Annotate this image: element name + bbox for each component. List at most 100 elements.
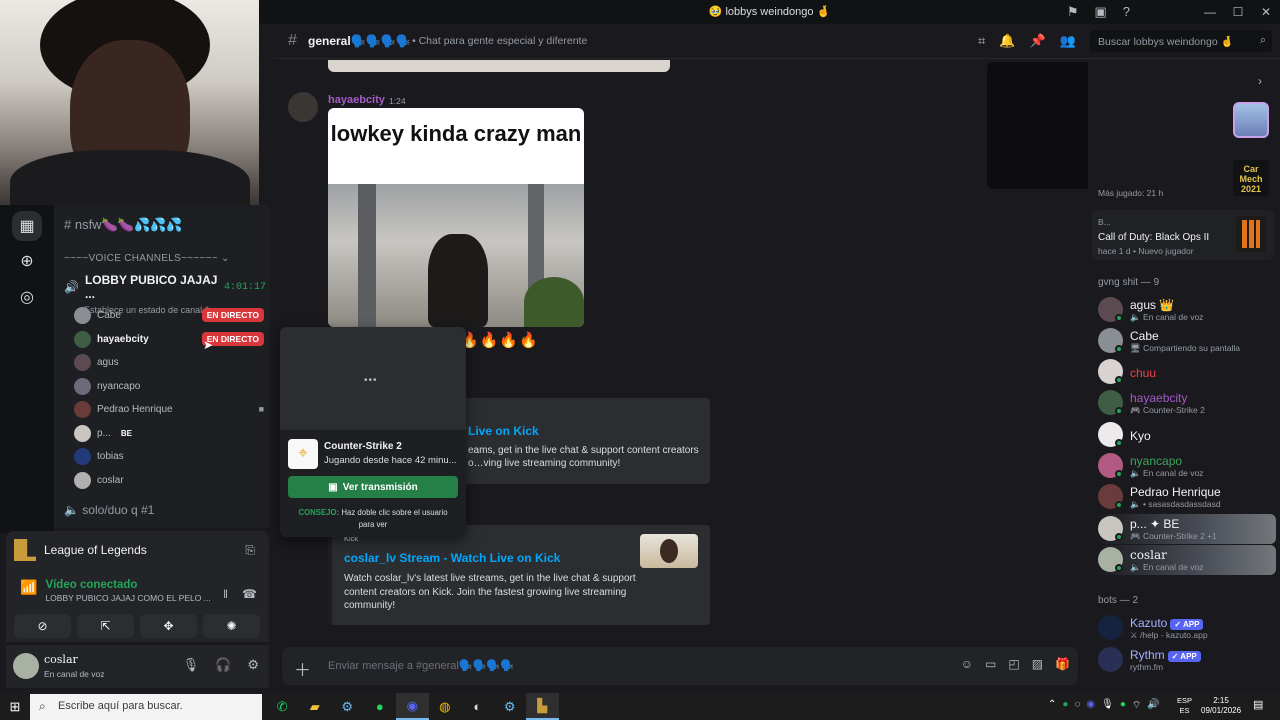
whatsapp-icon[interactable]: ✆ [266,693,299,720]
microphone-icon[interactable]: 🎙 [183,657,200,673]
stream-preview[interactable]: ••• [280,327,466,430]
game-thumbnail[interactable]: Car Mech 2021 [1233,160,1269,196]
threads-icon[interactable]: ⌗ [978,33,985,49]
embed-thumbnail[interactable] [640,534,698,568]
camera-off-button[interactable]: ⊘ [14,614,71,638]
discord-icon[interactable]: ◉ [396,693,429,720]
sticker-icon[interactable]: ◰ [1008,657,1019,671]
help-icon[interactable]: ? [1123,4,1130,20]
image-icon[interactable]: ▨ [1032,657,1043,671]
voice-user[interactable]: nyancapo [74,376,264,396]
spotify-tray-icon[interactable]: ● [1120,699,1126,712]
obs-icon[interactable]: ◐ [461,693,494,720]
bot-member-item[interactable]: Kazuto ✓ APP ⚔ /help - kazuto.app [1096,613,1276,643]
voice-user[interactable]: Pedrao Henrique ■ [74,399,264,419]
meme-image[interactable]: lowkey kinda crazy man [328,108,584,327]
member-item[interactable]: Pedrao Henrique 🔈 • sasasdasdassdasd [1096,482,1276,512]
channel-topic[interactable]: • Chat para gente especial y diferente [412,35,587,47]
message-composer[interactable]: ＋ Enviar mensaje a #general🗣️🗣️🗣️🗣️ ☺ ▭ … [282,647,1078,685]
share-screen-button[interactable]: ⇱ [77,614,134,638]
noise-suppression-icon[interactable]: ‖ [223,587,228,601]
member-item[interactable]: coslar 🔈 En canal de voz [1096,545,1276,575]
bot-avatar [1098,647,1123,672]
server-folder-icon[interactable]: ▦ [12,211,42,241]
settings-gear-icon[interactable]: ⚙ [247,657,259,673]
tip-text: Haz doble clic sobre el usuario para ver [341,508,448,529]
voice-channel-solo[interactable]: 🔈 solo/duo q #1 [64,503,154,517]
chevron-right-icon[interactable]: › [1258,74,1262,88]
watch-stream-button[interactable]: ▣ Ver transmisión [288,476,458,498]
voice-user[interactable]: tobias [74,446,264,466]
soundboard-button[interactable]: ✺ [203,614,260,638]
explore-icon[interactable]: ◎ [11,281,43,313]
screen-share-icon[interactable]: ⎘ [245,543,255,558]
close-window-button[interactable]: ✕ [1252,0,1280,24]
search-input[interactable]: Buscar lobbys weindongo 🤞 ⌕ [1090,30,1272,52]
voice-user[interactable]: agus [74,352,264,372]
pin-icon[interactable]: 📌 [1030,33,1046,49]
taskbar-search[interactable]: ⌕ Escribe aquí para buscar. [30,694,262,720]
microphone-icon[interactable]: 🎙 [1101,699,1114,712]
windows-start-button[interactable]: ⊞ [0,693,30,720]
channel-nsfw[interactable]: # nsfw🍆🍆💦💦💦 [64,217,183,233]
user-avatar[interactable] [13,653,39,679]
bot-member-item[interactable]: Rythm ✓ APP rythm.fm [1096,645,1276,675]
tray-overflow-icon[interactable]: ⌃ [1048,699,1056,712]
attach-plus-icon[interactable]: ＋ [294,656,311,681]
game-thumbnail[interactable] [1233,102,1269,138]
message-avatar[interactable] [288,92,318,122]
notifications-icon[interactable]: ▤ [1253,698,1263,711]
spotify-icon[interactable]: ● [364,693,397,720]
member-item[interactable]: nyancapo 🔈 En canal de voz [1096,451,1276,481]
embed-title[interactable]: Live on Kick [468,424,539,438]
message-author[interactable]: hayaebcity [328,94,385,106]
title-bar: 🥹 lobbys weindongo 🤞 ⚑ ▣ ? — ☐ ✕ [259,0,1280,24]
flag-icon[interactable]: ⚑ [1067,4,1079,20]
steam-icon[interactable]: ⚙ [331,693,364,720]
members-icon[interactable]: 👥 [1060,33,1076,49]
wifi-icon[interactable]: ⌔ [1132,699,1141,712]
live-badge[interactable]: EN DIRECTO [201,308,264,322]
embed-title[interactable]: coslar_lv Stream - Watch Live on Kick [344,551,560,565]
member-item[interactable]: Cabe 🖥 Compartiendo su pantalla [1096,326,1276,356]
tray-app-icon[interactable]: ● [1062,699,1068,712]
gif-icon[interactable]: ▭ [985,657,996,671]
voice-connection[interactable]: 📶 Vídeo conectado LOBBY PUBICO JAJAJ COM… [20,579,211,603]
taskbar-clock[interactable]: 2:15 09/01/2026 [1201,696,1241,716]
voice-user[interactable]: hayaebcity EN DIRECTO [74,329,264,349]
embed-description: Watch coslar_lv's latest live streams, g… [344,573,636,611]
tray-app-icon[interactable]: ◌ [1074,699,1080,712]
voice-user[interactable]: Cabe EN DIRECTO [74,305,264,325]
league-client-icon[interactable]: ▙ [526,693,559,720]
tray-app-icon[interactable]: ◉ [1086,699,1095,712]
inbox-icon[interactable]: ▣ [1094,4,1106,20]
voice-channel-title[interactable]: 🔊 LOBBY PUBICO JAJAJ ... 4:01:17 [64,273,266,301]
activities-button[interactable]: ✥ [140,614,197,638]
headphones-icon[interactable]: 🎧 [215,657,231,673]
gift-icon[interactable]: 🎁 [1055,657,1070,671]
emoji-icon[interactable]: ☺ [961,657,973,671]
language-indicator[interactable]: ESP ES [1177,696,1192,716]
previous-image-attachment[interactable] [328,60,670,72]
file-explorer-icon[interactable]: ▰ [299,693,332,720]
steam-icon-2[interactable]: ⚙ [494,693,527,720]
member-item[interactable]: hayaebcity 🎮 Counter-Strike 2 [1096,388,1276,418]
activity-card[interactable]: B... Call of Duty: Black Ops II hace 1 d… [1092,210,1274,260]
maximize-button[interactable]: ☐ [1224,0,1252,24]
game-activity[interactable]: League of Legends [14,539,147,561]
voice-user[interactable]: coslar [74,470,264,490]
member-item[interactable]: p... ✦ BE 🎮 Counter-Strike 2 +1 [1096,514,1276,544]
member-item[interactable]: chuu [1096,357,1276,387]
voice-category-label[interactable]: ~~~~VOICE CHANNELS~~~~~~ ⌄ [64,253,230,264]
chrome-icon[interactable]: ◍ [429,693,462,720]
add-server-icon[interactable]: ⊕ [11,245,43,277]
member-item[interactable]: agus 👑 🔈 En canal de voz [1096,295,1276,325]
bell-icon[interactable]: 🔔 [999,33,1015,49]
minimize-button[interactable]: — [1196,0,1224,24]
user-name[interactable]: coslar [44,653,78,666]
disconnect-icon[interactable]: ☎ [242,587,257,601]
volume-icon[interactable]: 🔊 [1147,699,1159,712]
voice-user[interactable]: p... BE [74,423,264,443]
member-item[interactable]: Kyo [1096,420,1276,450]
member-name: p... ✦ BE [1130,517,1180,531]
